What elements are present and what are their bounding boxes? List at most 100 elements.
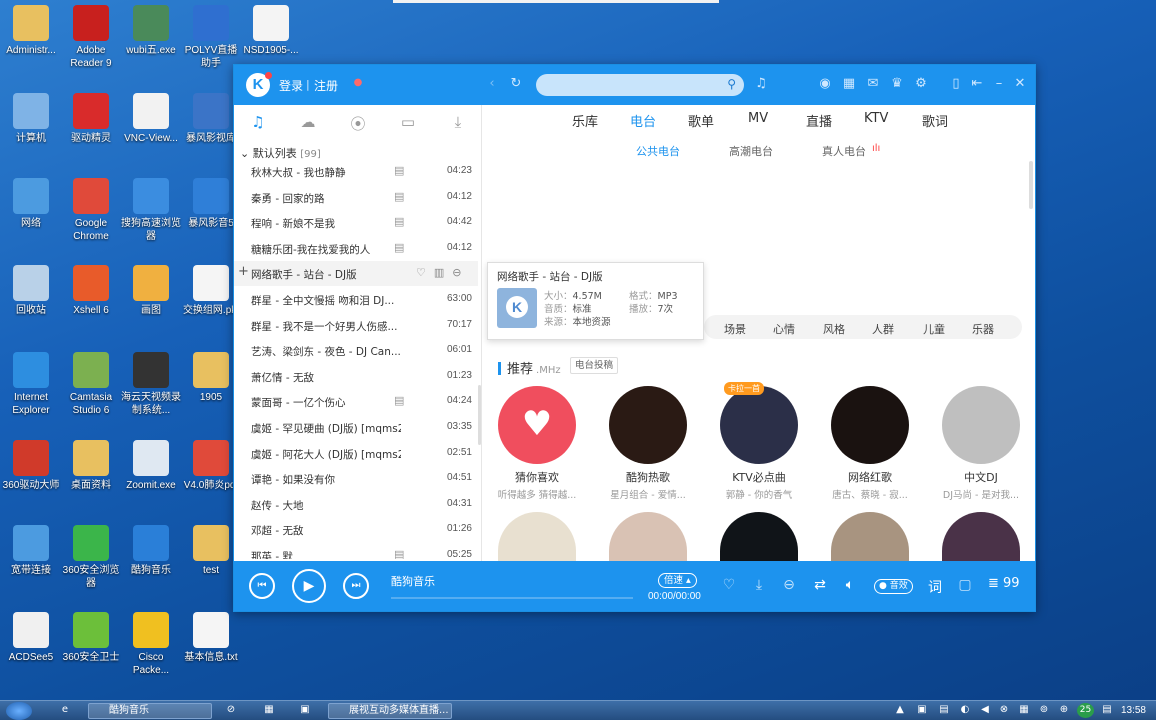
radio-card[interactable]: ♥ 猜你喜欢 听得越多 猜得越... <box>492 386 582 501</box>
apps-icon[interactable]: ▦ <box>841 76 857 92</box>
register-link[interactable]: 注册 <box>314 77 338 94</box>
tray-icon-3[interactable]: ▤ <box>937 704 951 715</box>
card-cover[interactable] <box>831 512 909 562</box>
mv-icon[interactable]: ▤ <box>394 394 404 407</box>
desktop-icon[interactable]: 网络 <box>0 178 62 230</box>
submit-radio-button[interactable]: 电台投稿 <box>570 357 619 374</box>
previous-icon[interactable]: ⏮ <box>249 573 275 599</box>
login-link[interactable]: 登录 <box>279 77 303 94</box>
song-row[interactable]: 糖糖乐团-我在找爱我的人 ▤ 04:12 <box>234 236 478 261</box>
song-row[interactable]: 萧亿情 - 无敌 01:23 <box>234 364 478 389</box>
desktop-icon[interactable]: 360安全卫士 <box>60 612 122 664</box>
nav-tab[interactable]: 歌单 <box>688 111 714 130</box>
desktop-icon[interactable]: 360驱动大师 <box>0 440 62 492</box>
nav-tab[interactable]: 歌词 <box>922 111 948 130</box>
skin-icon[interactable]: ♛ <box>889 76 905 92</box>
voice-icon[interactable]: ♫ <box>753 76 769 92</box>
category-item[interactable]: 儿童 <box>923 321 945 337</box>
speed-button[interactable]: 倍速 ▴ <box>658 573 697 588</box>
play-icon[interactable]: ▶ <box>292 569 326 603</box>
radio-card[interactable] <box>603 512 693 562</box>
desktop-icon[interactable]: 搜狗高速浏览器 <box>120 178 182 243</box>
tray-badge[interactable]: 25 <box>1077 703 1094 718</box>
radio-icon[interactable]: ⦿ <box>348 113 368 134</box>
mv-icon[interactable]: ▤ <box>394 548 404 559</box>
arrow-left-icon[interactable]: ‹ <box>484 76 500 92</box>
song-row[interactable]: 群星 - 我不是一个好男人伤感... 70:17 <box>234 313 478 338</box>
subnav-public-radio[interactable]: 公共电台 <box>636 143 680 159</box>
radio-card[interactable] <box>936 512 1026 562</box>
song-row[interactable]: 邓超 - 无敌 01:26 <box>234 517 478 542</box>
volume-icon[interactable]: 🔈︎ <box>841 577 859 593</box>
subnav-human-radio[interactable]: 真人电台 <box>822 143 866 159</box>
nav-tab[interactable]: KTV <box>864 111 888 126</box>
category-item[interactable]: 风格 <box>823 321 845 337</box>
radio-card[interactable] <box>492 512 582 562</box>
desktop-icon[interactable]: Xshell 6 <box>60 265 122 317</box>
radio-card[interactable]: 酷狗热歌 星月组合 - 爱情... <box>603 386 693 501</box>
add-icon[interactable]: + <box>238 264 249 279</box>
notification-icon[interactable]: ● <box>350 75 366 91</box>
queue-button[interactable]: ≣ 99 <box>988 576 1020 591</box>
search-icon[interactable]: ⚲ <box>727 77 736 91</box>
volume-tray-icon[interactable]: ◀ <box>978 704 992 715</box>
tray-icon-2[interactable]: ▣ <box>915 704 929 715</box>
more-icon[interactable]: ⊖ <box>780 577 798 593</box>
task-live[interactable]: 展视互动多媒体直播... <box>328 703 452 719</box>
ie-icon[interactable]: e <box>58 704 72 715</box>
desktop-icon[interactable]: Google Chrome <box>60 178 122 243</box>
song-row[interactable]: + 网络歌手 - 站台 - DJ版 ♡▥⊖ <box>234 261 478 287</box>
desktop-icon[interactable]: 海云天视频录制系统... <box>120 352 182 417</box>
desktop-icon[interactable]: Cisco Packe... <box>120 612 182 677</box>
desktop-icon[interactable]: Adobe Reader 9 <box>60 5 122 70</box>
tray-icon-6[interactable]: ▦ <box>1017 704 1031 715</box>
card-cover[interactable] <box>942 386 1020 464</box>
desktop-icon[interactable]: 回收站 <box>0 265 62 317</box>
progress-bar[interactable] <box>391 597 633 599</box>
desktop-icon[interactable]: 桌面资料 <box>60 440 122 492</box>
desktop-icon[interactable]: 画图 <box>120 265 182 317</box>
card-cover[interactable] <box>942 512 1020 562</box>
close-icon[interactable]: ✕ <box>1012 76 1028 92</box>
desktop-icon[interactable]: VNC-View... <box>120 93 182 145</box>
download-icon[interactable]: ⤓ <box>448 113 468 131</box>
category-item[interactable]: 心情 <box>773 321 795 337</box>
radio-card[interactable] <box>825 512 915 562</box>
radio-card[interactable]: 网络红歌 唐古、蔡晓 - 寂... <box>825 386 915 501</box>
window-task-icon[interactable]: ▣ <box>298 704 312 715</box>
mini-mode-icon[interactable]: ⇤ <box>969 76 985 92</box>
desktop-icon[interactable]: 计算机 <box>0 93 62 145</box>
desktop-icon[interactable]: Administr... <box>0 5 62 57</box>
desktop-icon[interactable]: 驱动精灵 <box>60 93 122 145</box>
song-row[interactable]: 赵传 - 大地 04:31 <box>234 492 478 517</box>
category-item[interactable]: 乐器 <box>972 321 994 337</box>
loop-icon[interactable]: ⇄ <box>811 577 829 593</box>
desktop-icon[interactable]: Camtasia Studio 6 <box>60 352 122 417</box>
tray-icon-4[interactable]: ◐ <box>958 704 972 715</box>
task-kugou[interactable]: 酷狗音乐 <box>88 703 212 719</box>
nav-tab[interactable]: 电台 <box>630 111 656 130</box>
row-actions[interactable]: ♡▥⊖ <box>416 266 469 279</box>
song-row[interactable]: 谭艳 - 如果没有你 04:51 <box>234 466 478 491</box>
category-item[interactable]: 人群 <box>872 321 894 337</box>
nav-tab[interactable]: 乐库 <box>572 111 598 130</box>
mv-icon[interactable]: ▤ <box>394 241 404 254</box>
kugou-logo[interactable]: K <box>246 72 272 97</box>
mv-icon[interactable]: ▤ <box>394 165 404 177</box>
comment-icon[interactable]: ▢ <box>956 577 974 593</box>
download-icon[interactable]: ⤓ <box>750 577 768 593</box>
song-row[interactable]: 蒙面哥 - 一亿个伤心 ▤ 04:24 <box>234 389 478 414</box>
mail-icon[interactable]: ✉ <box>865 76 881 92</box>
subnav-climax-radio[interactable]: 高潮电台 <box>729 143 773 159</box>
content-scrollbar[interactable] <box>1029 161 1033 209</box>
desktop-icon[interactable]: 宽带连接 <box>0 525 62 577</box>
mv-icon[interactable]: ▤ <box>394 215 404 228</box>
radio-card[interactable]: 卡拉一首 KTV必点曲 郭静 - 你的香气 <box>714 382 804 501</box>
card-cover[interactable] <box>720 512 798 562</box>
search-box[interactable]: ⚲ <box>536 74 744 96</box>
radio-card[interactable] <box>714 512 804 562</box>
tray-icon-8[interactable]: ⊕ <box>1057 704 1071 715</box>
refresh-icon[interactable]: ↻ <box>508 76 524 92</box>
desktop-icon[interactable]: Zoomit.exe <box>120 440 182 492</box>
song-row[interactable]: 那英 - 默 ▤ 05:25 <box>234 543 478 559</box>
